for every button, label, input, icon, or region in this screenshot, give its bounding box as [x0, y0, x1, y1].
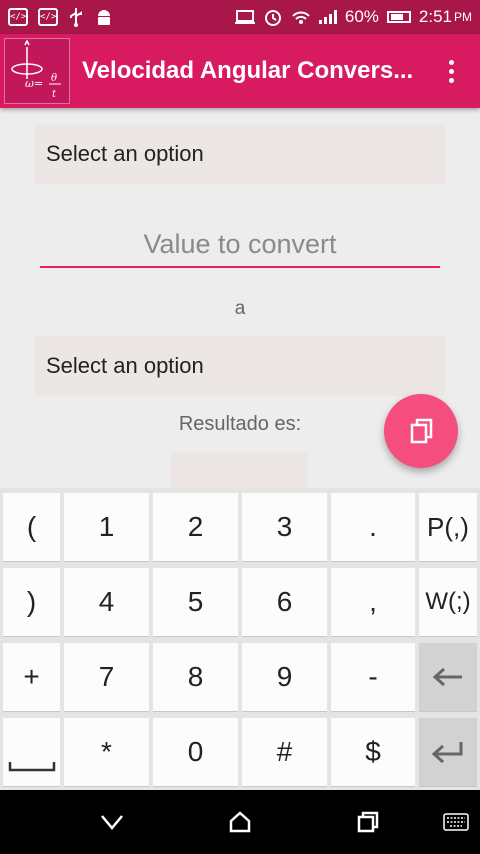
clock-ampm: PM: [454, 10, 472, 24]
wifi-icon: [292, 11, 310, 24]
code-notification-icon: </>: [8, 8, 28, 26]
alarm-icon: [264, 10, 281, 26]
enter-key[interactable]: [419, 718, 477, 786]
battery-percent: 60%: [344, 7, 379, 26]
key-p-paren[interactable]: P(,): [419, 493, 477, 561]
svg-text:ω=: ω=: [25, 77, 43, 90]
space-key[interactable]: [3, 718, 60, 786]
back-icon: [101, 815, 123, 830]
overflow-menu-icon[interactable]: [436, 51, 466, 91]
key-1[interactable]: 1: [64, 493, 149, 561]
numeric-keyboard: ( 1 2 3 . P(,) ) 4 5 6 , W(;) + 7 8 9 - …: [0, 488, 480, 790]
app-bar: ω= θ t Velocidad Angular Convers...: [0, 34, 480, 108]
backspace-icon: [432, 667, 462, 687]
key-hash[interactable]: #: [242, 718, 327, 786]
enter-icon: [431, 742, 463, 764]
battery-icon: [386, 11, 411, 23]
value-input-wrapper: [40, 222, 440, 270]
key-minus[interactable]: -: [331, 643, 415, 711]
notification-icons: </> </>: [8, 7, 114, 27]
status-bar: </> </> 60% 2:51 PM: [0, 0, 480, 34]
key-asterisk[interactable]: *: [64, 718, 149, 786]
keyboard-switch-icon: [443, 813, 469, 831]
key-period[interactable]: .: [331, 493, 415, 561]
key-open-paren[interactable]: (: [3, 493, 60, 561]
key-3[interactable]: 3: [242, 493, 327, 561]
key-6[interactable]: 6: [242, 568, 327, 636]
usb-icon: [70, 8, 82, 27]
home-button[interactable]: [210, 802, 270, 842]
key-w-paren[interactable]: W(;): [419, 568, 477, 636]
navigation-bar: [0, 790, 480, 854]
app-title: Velocidad Angular Convers...: [82, 57, 414, 84]
signal-icon: [318, 10, 337, 24]
space-icon: [8, 762, 56, 772]
copy-icon: [410, 418, 433, 444]
key-2[interactable]: 2: [153, 493, 238, 561]
keyboard-switch-button[interactable]: [426, 802, 480, 842]
result-value: [171, 452, 308, 492]
key-plus[interactable]: +: [3, 643, 60, 711]
to-unit-spinner[interactable]: Select an option: [35, 336, 445, 396]
from-unit-spinner[interactable]: Select an option: [35, 124, 445, 184]
key-comma[interactable]: ,: [331, 568, 415, 636]
key-7[interactable]: 7: [64, 643, 149, 711]
key-9[interactable]: 9: [242, 643, 327, 711]
key-dollar[interactable]: $: [331, 718, 415, 786]
android-icon: [98, 10, 110, 25]
cast-icon: [234, 10, 255, 24]
code-notification-icon: </>: [38, 8, 58, 26]
copy-fab-button[interactable]: [384, 394, 458, 468]
key-close-paren[interactable]: ): [3, 568, 60, 636]
key-8[interactable]: 8: [153, 643, 238, 711]
backspace-key[interactable]: [419, 643, 477, 711]
svg-text:θ: θ: [51, 73, 57, 84]
value-input[interactable]: [40, 222, 440, 268]
recents-icon: [357, 811, 379, 833]
recents-button[interactable]: [338, 802, 398, 842]
home-icon: [229, 811, 251, 833]
key-5[interactable]: 5: [153, 568, 238, 636]
app-logo: ω= θ t: [4, 38, 70, 104]
back-button[interactable]: [82, 802, 142, 842]
key-4[interactable]: 4: [64, 568, 149, 636]
connector-label: a: [234, 298, 246, 319]
svg-text:t: t: [52, 89, 57, 100]
key-0[interactable]: 0: [153, 718, 238, 786]
clock: 2:51: [418, 7, 452, 26]
